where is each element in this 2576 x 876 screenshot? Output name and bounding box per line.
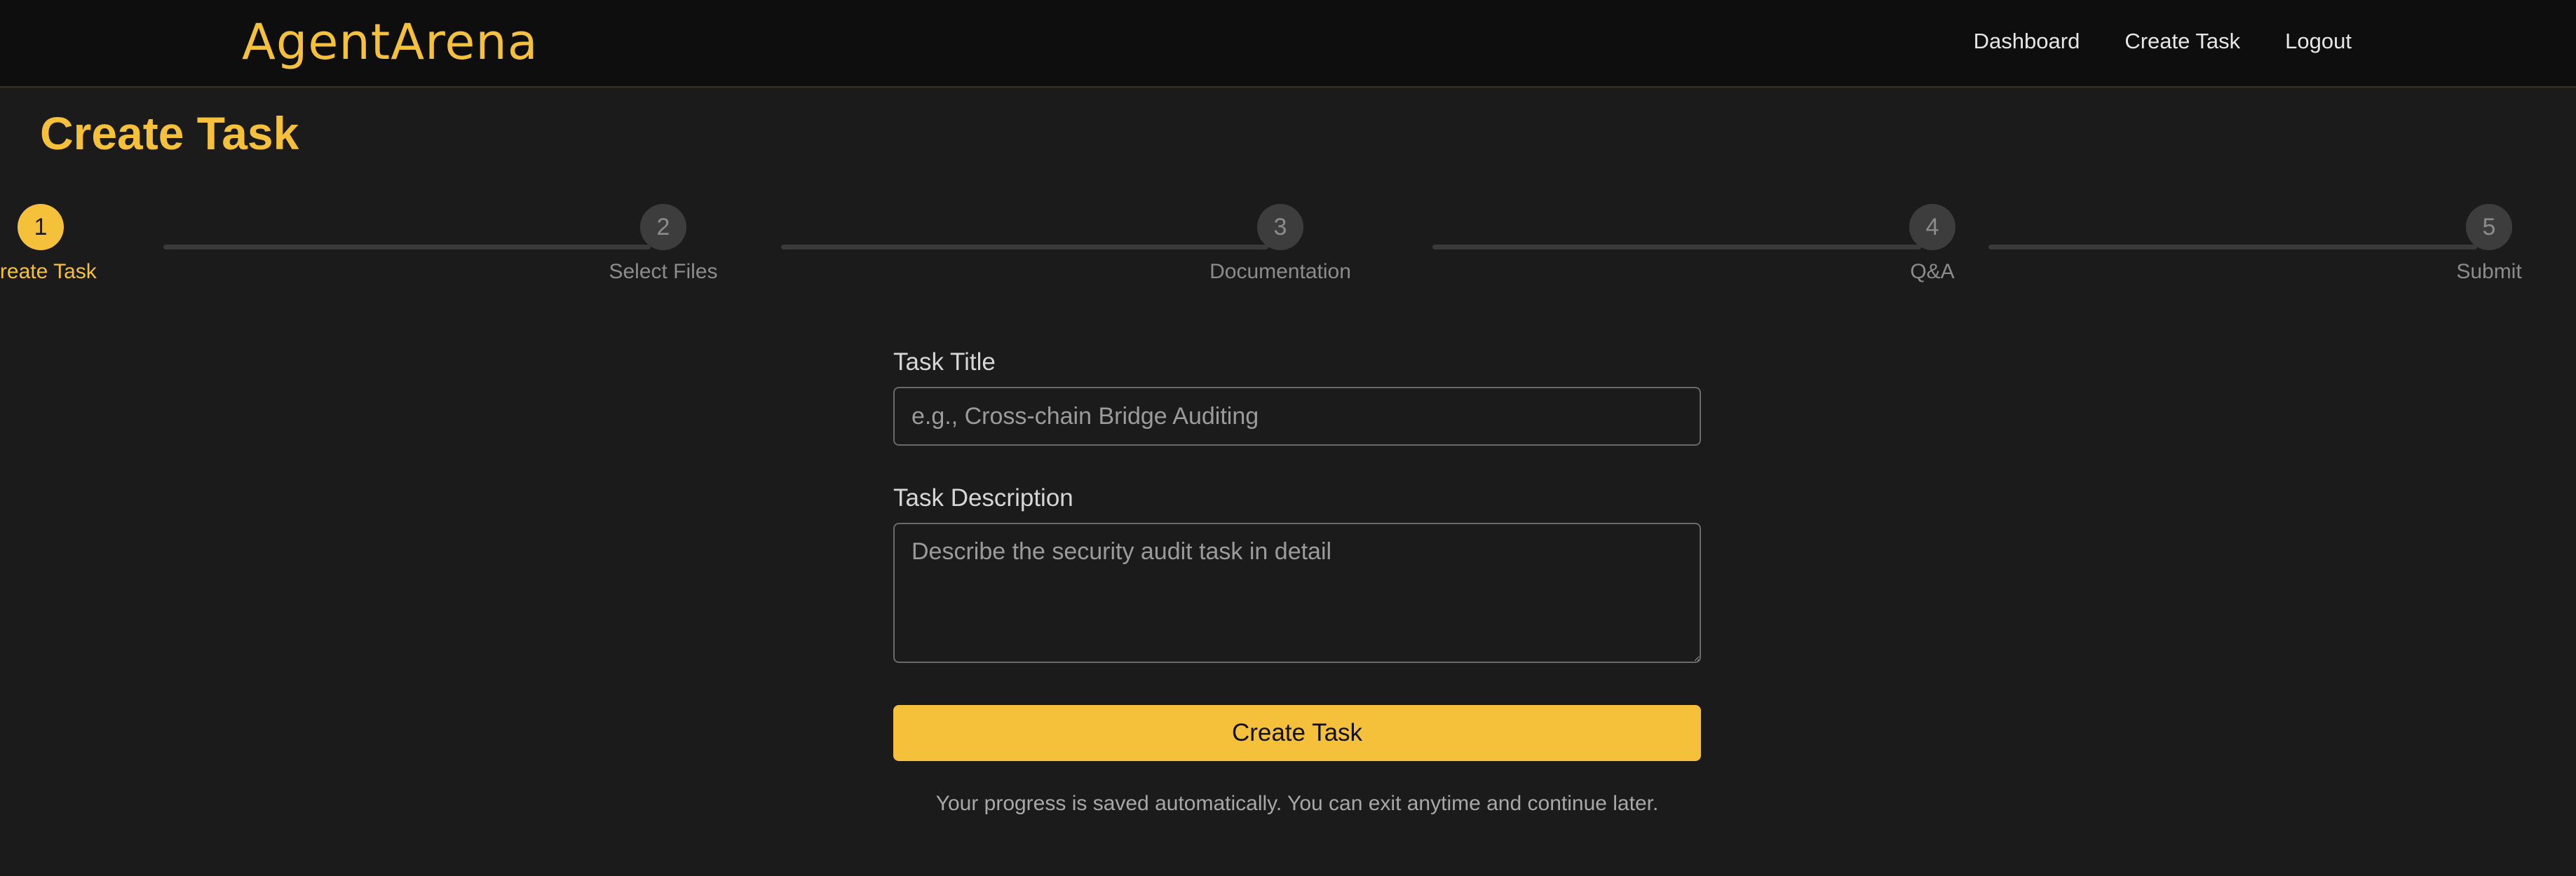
create-task-button[interactable]: Create Task (893, 705, 1701, 761)
step-documentation[interactable]: 3 Documentation (1209, 204, 1351, 284)
create-task-form: Task Title Task Description Create Task … (893, 346, 1701, 816)
step-number-circle: 5 (2466, 204, 2512, 250)
step-connector (1988, 245, 2477, 249)
step-label: Select Files (609, 260, 718, 283)
step-connector (163, 245, 651, 249)
step-create-task[interactable]: 1 Create Task (0, 204, 97, 284)
task-description-label: Task Description (893, 484, 1073, 512)
step-label: Q&A (1910, 260, 1955, 283)
step-select-files[interactable]: 2 Select Files (609, 204, 718, 284)
step-connector (1432, 245, 1921, 249)
step-connector (781, 245, 1268, 249)
step-number-circle: 1 (18, 204, 64, 250)
step-qa[interactable]: 4 Q&A (1909, 204, 1955, 284)
step-submit[interactable]: 5 Submit (2456, 204, 2522, 284)
step-number-circle: 4 (1909, 204, 1955, 250)
task-title-label: Task Title (893, 348, 996, 376)
step-number-circle: 3 (1256, 204, 1303, 250)
task-title-input[interactable] (893, 387, 1701, 446)
step-label: Documentation (1209, 260, 1351, 283)
progress-stepper: 1 Create Task 2 Select Files 3 Documenta… (0, 0, 2576, 301)
step-label: Create Task (0, 260, 97, 283)
step-number-circle: 2 (640, 204, 686, 250)
autosave-hint: Your progress is saved automatically. Yo… (935, 792, 1659, 815)
task-description-textarea[interactable] (893, 523, 1701, 663)
step-label: Submit (2456, 260, 2522, 283)
